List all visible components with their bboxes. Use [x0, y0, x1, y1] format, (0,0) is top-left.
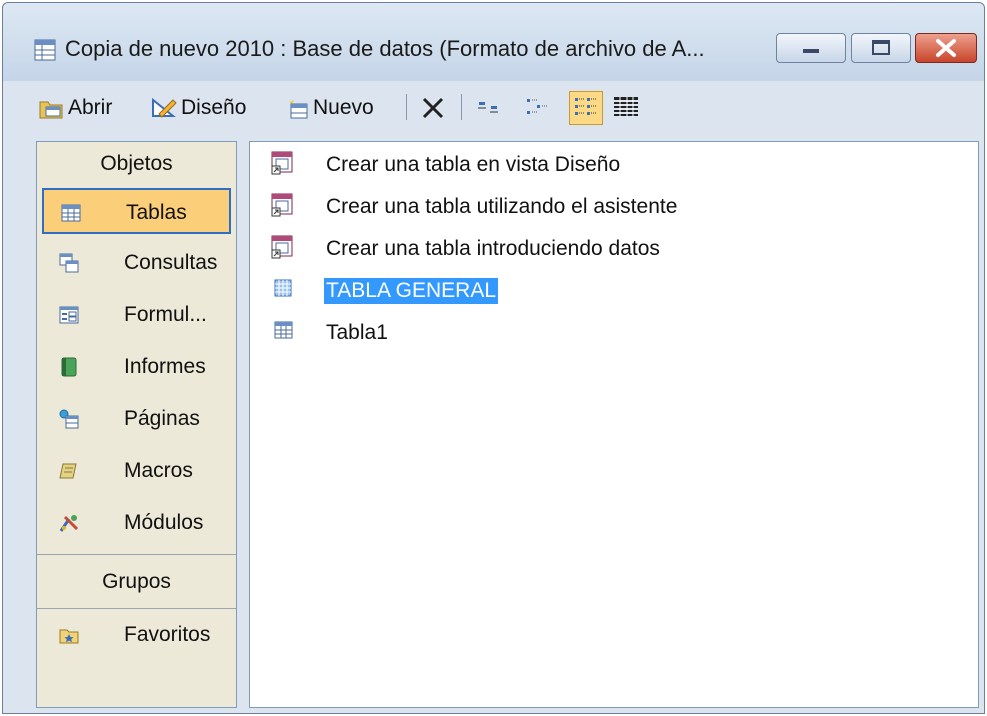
groups-divider [37, 608, 236, 609]
sidebar-item-label: Tablas [126, 201, 187, 224]
list-item[interactable]: Crear una tabla en vista Diseño [250, 146, 950, 182]
details-view-icon [614, 97, 638, 117]
objects-bar: Objetos Tablas Consultas Formul... Infor… [36, 141, 237, 708]
large-icons-view-button[interactable] [474, 91, 508, 125]
sidebar-item-consultas[interactable]: Consultas [42, 240, 231, 286]
toolbar: Abrir Diseño Nuevo [3, 81, 984, 135]
module-icon [59, 515, 79, 532]
sidebar-item-formularios[interactable]: Formul... [42, 292, 231, 338]
title-bar[interactable]: Copia de nuevo 2010 : Base de datos (For… [3, 3, 984, 81]
design-label: Diseño [181, 96, 247, 119]
sidebar-item-tablas[interactable]: Tablas [42, 188, 231, 234]
sidebar-item-modulos[interactable]: Módulos [42, 500, 231, 546]
close-icon [936, 39, 956, 57]
list-view-button[interactable] [569, 91, 603, 125]
minimize-icon [803, 49, 819, 53]
list-view-icon [575, 98, 596, 115]
shortcut-icon [271, 235, 293, 259]
open-icon [39, 101, 63, 119]
window-title: Copia de nuevo 2010 : Base de datos (For… [65, 36, 705, 61]
query-icon [59, 253, 79, 273]
toolbar-separator [406, 94, 407, 120]
groups-header-label: Grupos [102, 570, 171, 593]
delete-button[interactable] [421, 93, 449, 123]
large-icons-icon [478, 102, 498, 113]
table-icon [274, 321, 293, 339]
sidebar-item-label: Páginas [124, 407, 200, 430]
design-button[interactable]: Diseño [151, 93, 246, 123]
sidebar-item-label: Módulos [124, 511, 204, 534]
page-icon [59, 409, 79, 429]
sidebar-item-label: Consultas [124, 251, 218, 274]
favorites-folder-icon [59, 629, 79, 644]
list-item[interactable]: Tabla1 [250, 314, 950, 350]
new-label: Nuevo [313, 96, 374, 119]
new-icon [288, 98, 308, 119]
list-item[interactable]: Crear una tabla utilizando el asistente [250, 188, 950, 224]
sidebar-item-paginas[interactable]: Páginas [42, 396, 231, 442]
open-label: Abrir [68, 96, 113, 119]
shortcut-icon [271, 151, 293, 175]
delete-x-icon [422, 97, 444, 119]
groups-divider [37, 554, 236, 555]
toolbar-separator [461, 94, 462, 120]
object-list: Crear una tabla en vista Diseño Crear un… [249, 141, 979, 708]
open-button[interactable]: Abrir [38, 93, 112, 123]
table-icon [61, 204, 81, 222]
database-window: Copia de nuevo 2010 : Base de datos (For… [2, 2, 985, 714]
maximize-icon [872, 40, 890, 55]
list-item-label: Tabla1 [326, 321, 388, 344]
sidebar-item-informes[interactable]: Informes [42, 344, 231, 390]
maximize-button[interactable] [851, 33, 911, 63]
minimize-button[interactable] [776, 33, 846, 63]
list-item-label: Crear una tabla introduciendo datos [326, 237, 660, 260]
small-icons-view-button[interactable] [523, 91, 557, 125]
objects-header[interactable]: Objetos [37, 142, 236, 186]
objects-header-label: Objetos [100, 152, 173, 175]
sidebar-item-favoritos[interactable]: Favoritos [42, 612, 231, 658]
new-button[interactable]: Nuevo [283, 93, 374, 123]
form-icon [59, 306, 79, 324]
sidebar-item-label: Informes [124, 355, 206, 378]
list-item[interactable]: TABLA GENERAL [250, 272, 950, 308]
report-icon [61, 357, 77, 377]
details-view-button[interactable] [610, 91, 644, 125]
sidebar-item-label: Favoritos [124, 623, 211, 646]
groups-header[interactable]: Grupos [37, 560, 236, 604]
shortcut-icon [271, 193, 293, 217]
list-item[interactable]: Crear una tabla introduciendo datos [250, 230, 950, 266]
macro-icon [59, 463, 77, 479]
sidebar-item-label: Formul... [124, 303, 207, 326]
list-item-label: Crear una tabla en vista Diseño [326, 153, 621, 176]
list-item-label: TABLA GENERAL [324, 278, 499, 304]
close-button[interactable] [915, 33, 977, 63]
linked-table-icon [274, 279, 292, 297]
sidebar-item-macros[interactable]: Macros [42, 448, 231, 494]
database-icon [34, 39, 56, 61]
design-icon [152, 97, 177, 118]
sidebar-item-label: Macros [124, 459, 193, 482]
small-icons-icon [527, 99, 548, 114]
list-item-label: Crear una tabla utilizando el asistente [326, 195, 678, 218]
